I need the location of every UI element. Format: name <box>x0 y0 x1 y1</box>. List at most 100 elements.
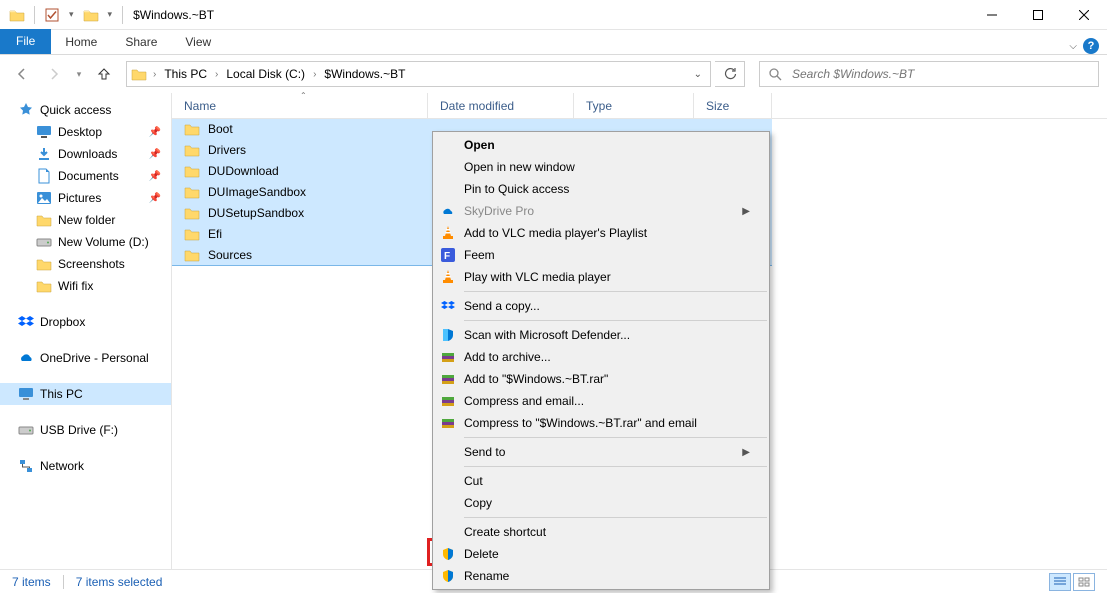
sidebar-item-folder[interactable]: Screenshots <box>0 253 171 275</box>
sidebar-label: Network <box>40 459 84 473</box>
ctx-skydrive[interactable]: SkyDrive Pro▶ <box>434 200 768 222</box>
qat-chevron-icon[interactable]: ▾ <box>65 9 78 20</box>
ctx-feem[interactable]: FFeem <box>434 244 768 266</box>
sidebar-quick-access[interactable]: Quick access <box>0 99 171 121</box>
desktop-icon <box>36 124 52 140</box>
sidebar-item-folder[interactable]: New folder <box>0 209 171 231</box>
sidebar-usb[interactable]: USB Drive (F:) <box>0 419 171 441</box>
sidebar-label: This PC <box>40 387 83 401</box>
sidebar-item-folder[interactable]: Wifi fix <box>0 275 171 297</box>
ctx-cut[interactable]: Cut <box>434 470 768 492</box>
ctx-add-rar[interactable]: Add to "$Windows.~BT.rar" <box>434 368 768 390</box>
breadcrumb-segment[interactable]: This PC <box>162 67 209 81</box>
properties-checkbox-icon[interactable] <box>41 4 63 26</box>
column-headers: ⌃ Name Date modified Type Size <box>172 93 1107 119</box>
sidebar-label: Screenshots <box>58 257 125 271</box>
sidebar-label: Dropbox <box>40 315 85 329</box>
ctx-open[interactable]: Open <box>434 134 768 156</box>
minimize-button[interactable] <box>969 0 1015 30</box>
ctx-label: Delete <box>464 547 499 561</box>
ribbon-collapse-icon[interactable]: ⌵ <box>1069 41 1077 52</box>
pin-icon: 📌 <box>149 171 161 182</box>
sidebar-dropbox[interactable]: Dropbox <box>0 311 171 333</box>
sidebar-item-documents[interactable]: Documents 📌 <box>0 165 171 187</box>
ctx-vlc-play[interactable]: Play with VLC media player <box>434 266 768 288</box>
maximize-button[interactable] <box>1015 0 1061 30</box>
ctx-add-archive[interactable]: Add to archive... <box>434 346 768 368</box>
folder-icon <box>184 163 200 179</box>
folder-icon <box>184 226 200 242</box>
help-icon[interactable]: ? <box>1083 38 1099 54</box>
tab-view[interactable]: View <box>171 31 225 54</box>
file-name: Efi <box>208 227 222 241</box>
chevron-right-icon[interactable]: › <box>149 69 160 80</box>
chevron-right-icon[interactable]: › <box>309 69 320 80</box>
sidebar-item-desktop[interactable]: Desktop📌 <box>0 121 171 143</box>
sidebar-network[interactable]: Network <box>0 455 171 477</box>
breadcrumb-segment[interactable]: $Windows.~BT <box>322 67 407 81</box>
col-type[interactable]: Type <box>574 93 694 118</box>
separator <box>464 291 767 292</box>
ctx-rename[interactable]: Rename <box>434 565 768 587</box>
documents-icon <box>36 168 52 184</box>
ctx-delete[interactable]: Delete <box>434 543 768 565</box>
ctx-vlc-playlist[interactable]: Add to VLC media player's Playlist <box>434 222 768 244</box>
file-name: DUSetupSandbox <box>208 206 304 220</box>
network-icon <box>18 458 34 474</box>
col-label: Type <box>586 99 612 113</box>
file-name: Sources <box>208 248 252 262</box>
sidebar-onedrive[interactable]: OneDrive - Personal <box>0 347 171 369</box>
folder-icon[interactable] <box>6 4 28 26</box>
sidebar-item-downloads[interactable]: Downloads📌 <box>0 143 171 165</box>
file-name: Boot <box>208 122 233 136</box>
ctx-send-copy[interactable]: Send a copy... <box>434 295 768 317</box>
view-details-button[interactable] <box>1049 573 1071 591</box>
folder-icon <box>184 184 200 200</box>
forward-button[interactable] <box>40 60 68 88</box>
ctx-compress-email[interactable]: Compress and email... <box>434 390 768 412</box>
back-button[interactable] <box>8 60 36 88</box>
tab-file[interactable]: File <box>0 29 51 54</box>
ctx-copy[interactable]: Copy <box>434 492 768 514</box>
feem-icon: F <box>440 247 456 263</box>
qat-chevron-icon[interactable]: ▾ <box>104 9 117 20</box>
separator <box>464 437 767 438</box>
ctx-label: Open <box>464 138 495 152</box>
breadcrumb-label: This PC <box>164 67 207 81</box>
sidebar-item-pictures[interactable]: Pictures📌 <box>0 187 171 209</box>
ctx-create-shortcut[interactable]: Create shortcut <box>434 521 768 543</box>
ctx-pin-quick-access[interactable]: Pin to Quick access <box>434 178 768 200</box>
sidebar-label: Documents <box>58 169 119 183</box>
col-date[interactable]: Date modified <box>428 93 574 118</box>
col-size[interactable]: Size <box>694 93 772 118</box>
tab-share[interactable]: Share <box>111 31 171 54</box>
ctx-label: Play with VLC media player <box>464 270 611 284</box>
folder-icon <box>184 121 200 137</box>
search-input[interactable] <box>790 66 1090 82</box>
sidebar-this-pc[interactable]: This PC <box>0 383 171 405</box>
chevron-right-icon[interactable]: › <box>211 69 222 80</box>
sidebar-item-volume[interactable]: New Volume (D:) <box>0 231 171 253</box>
ctx-send-to[interactable]: Send to▶ <box>434 441 768 463</box>
onedrive-icon <box>18 350 34 366</box>
search-icon <box>768 67 782 81</box>
view-large-icons-button[interactable] <box>1073 573 1095 591</box>
search-box[interactable] <box>759 61 1099 87</box>
address-dropdown-icon[interactable]: ⌄ <box>694 69 706 80</box>
ctx-defender[interactable]: Scan with Microsoft Defender... <box>434 324 768 346</box>
refresh-button[interactable] <box>715 61 745 87</box>
recent-chevron-icon[interactable]: ▾ <box>72 60 86 88</box>
folder-icon[interactable] <box>80 4 102 26</box>
breadcrumb-segment[interactable]: Local Disk (C:) <box>224 67 307 81</box>
tab-home[interactable]: Home <box>51 31 111 54</box>
up-button[interactable] <box>90 60 118 88</box>
close-button[interactable] <box>1061 0 1107 30</box>
breadcrumb-label: Local Disk (C:) <box>226 67 305 81</box>
folder-icon <box>36 212 52 228</box>
pin-icon: 📌 <box>149 149 161 160</box>
ctx-compress-rar-email[interactable]: Compress to "$Windows.~BT.rar" and email <box>434 412 768 434</box>
ctx-open-new-window[interactable]: Open in new window <box>434 156 768 178</box>
address-bar[interactable]: › This PC › Local Disk (C:) › $Windows.~… <box>126 61 711 87</box>
ctx-label: Add to archive... <box>464 350 551 364</box>
window-title: $Windows.~BT <box>133 8 214 22</box>
